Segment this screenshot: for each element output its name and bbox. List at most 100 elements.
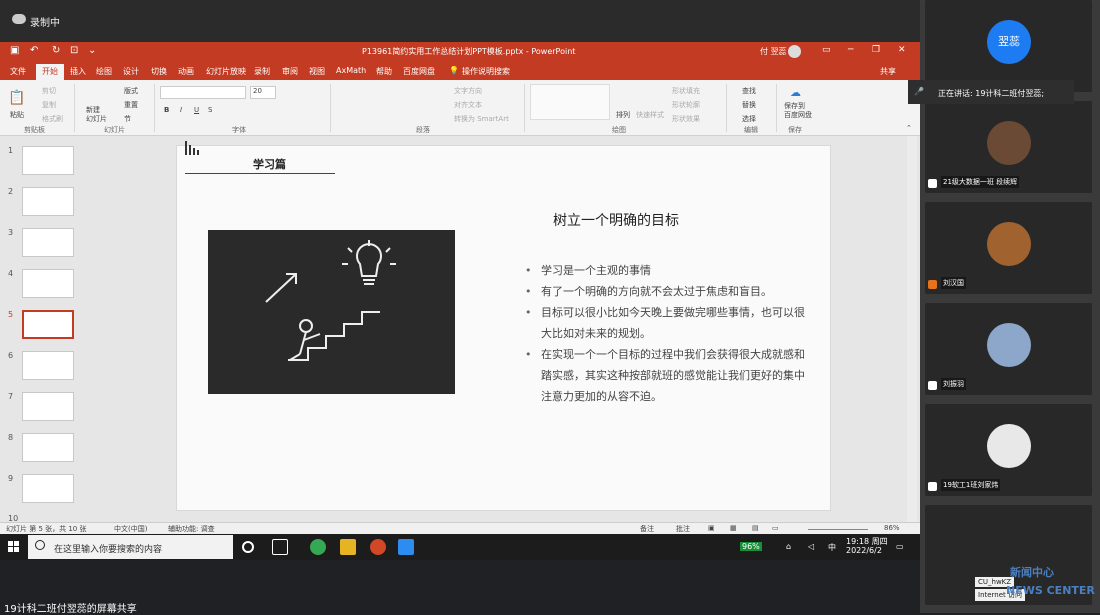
format-painter-button[interactable]: 格式刷 [42, 114, 63, 124]
slide-thumbnail[interactable] [22, 146, 74, 175]
notes-button[interactable]: 备注 [640, 524, 654, 534]
taskbar-search[interactable]: 在这里输入你要搜索的内容 [28, 535, 233, 559]
copy-button[interactable]: 复制 [42, 100, 56, 110]
participant-tile[interactable]: 刘汉国 [925, 202, 1092, 294]
shape-fill-button[interactable]: 形状填充 [672, 86, 700, 96]
powerpoint-icon[interactable] [370, 539, 386, 555]
save-icon[interactable]: ▣ [10, 45, 19, 56]
chrome-icon[interactable] [310, 539, 326, 555]
smartart-button[interactable]: 转换为 SmartArt [454, 114, 509, 124]
accessibility-status[interactable]: 辅助功能: 调查 [168, 524, 215, 534]
layout-button[interactable]: 版式 [124, 86, 138, 96]
slide-thumbnail[interactable] [22, 187, 74, 216]
meeting-app-icon[interactable] [398, 539, 414, 555]
tab-animations[interactable]: 动画 [178, 66, 194, 77]
mic-icon: 🎤 [914, 87, 924, 96]
tab-record[interactable]: 录制 [254, 66, 270, 77]
save-to-baidu-button[interactable]: 保存到 百度网盘 [784, 102, 812, 120]
reset-button[interactable]: 重置 [124, 100, 138, 110]
slide-thumbnail[interactable] [22, 392, 74, 421]
share-button[interactable]: 共享 [880, 66, 896, 77]
minimize-icon[interactable]: ─ [848, 45, 853, 55]
tab-design[interactable]: 设计 [123, 66, 139, 77]
normal-view-icon[interactable]: ▣ [708, 524, 715, 532]
new-slide-button[interactable]: 新建 幻灯片 [86, 106, 107, 124]
shape-effects-button[interactable]: 形状效果 [672, 114, 700, 124]
task-view-icon[interactable] [242, 541, 254, 553]
slideshow-view-icon[interactable]: ▭ [772, 524, 779, 532]
volume-icon[interactable]: ◁ [808, 542, 814, 551]
paste-button[interactable]: 粘贴 [10, 110, 24, 120]
slide-thumbnail[interactable] [22, 433, 74, 462]
search-input[interactable]: 在这里输入你要搜索的内容 [54, 542, 162, 555]
select-button[interactable]: 选择 [742, 114, 756, 124]
section-button[interactable]: 节 [124, 114, 131, 124]
tab-draw[interactable]: 绘图 [96, 66, 112, 77]
arrange-button[interactable]: 排列 [616, 110, 630, 120]
tab-transitions[interactable]: 切换 [151, 66, 167, 77]
italic-button[interactable]: I [180, 106, 182, 114]
quick-styles-button[interactable]: 快速样式 [636, 110, 664, 120]
file-explorer-icon[interactable] [340, 539, 356, 555]
account-name[interactable]: 付 翌蕊 [760, 46, 787, 57]
zoom-slider[interactable] [808, 529, 868, 530]
font-size-dropdown[interactable]: 20 [250, 86, 276, 99]
shape-outline-button[interactable]: 形状轮廓 [672, 100, 700, 110]
tab-file[interactable]: 文件 [10, 66, 26, 77]
align-text-button[interactable]: 对齐文本 [454, 100, 482, 110]
slide-thumbnail-selected[interactable] [22, 310, 74, 339]
slide-thumbnail[interactable] [22, 351, 74, 380]
reading-view-icon[interactable]: ▤ [752, 524, 759, 532]
tab-insert[interactable]: 插入 [70, 66, 86, 77]
language-indicator[interactable]: 中文(中国) [114, 524, 147, 534]
undo-icon[interactable]: ↶ [30, 45, 38, 56]
list-item: • 学习是一个主观的事情 [525, 264, 651, 277]
avatar[interactable] [788, 45, 801, 58]
slide-thumbnail[interactable] [22, 474, 74, 503]
ime-indicator[interactable]: 中 [828, 542, 836, 553]
participant-tile[interactable]: 刘振羽 [925, 303, 1092, 395]
close-icon[interactable]: ✕ [898, 45, 906, 55]
tab-help[interactable]: 帮助 [376, 66, 392, 77]
customize-icon[interactable]: ⌄ [88, 45, 96, 56]
slide-thumbnail[interactable] [22, 269, 74, 298]
present-icon[interactable]: ⊡ [70, 45, 78, 56]
tab-review[interactable]: 审阅 [282, 66, 298, 77]
zoom-level[interactable]: 86% [884, 524, 900, 532]
battery-status[interactable]: 96% [740, 542, 762, 551]
cut-button[interactable]: 剪切 [42, 86, 56, 96]
maximize-icon[interactable]: ❐ [872, 45, 880, 55]
windows-start-icon[interactable] [8, 541, 20, 553]
shapes-gallery[interactable] [530, 84, 610, 120]
font-name-dropdown[interactable] [160, 86, 246, 99]
clock-date[interactable]: 2022/6/2 [846, 546, 882, 555]
comments-button[interactable]: 批注 [676, 524, 690, 534]
tab-view[interactable]: 视图 [309, 66, 325, 77]
participant-tile[interactable]: 翌蕊 [925, 0, 1092, 92]
tab-slideshow[interactable]: 幻灯片放映 [206, 66, 246, 77]
tab-baidu[interactable]: 百度网盘 [403, 66, 435, 77]
participant-tile[interactable]: 19软工1班刘家炜 [925, 404, 1092, 496]
underline-button[interactable]: U [194, 106, 199, 114]
tab-home[interactable]: 开始 [36, 64, 64, 80]
text-direction-button[interactable]: 文字方向 [454, 86, 482, 96]
multitask-icon[interactable] [272, 539, 288, 555]
network-icon[interactable]: ⌂ [786, 542, 791, 551]
slide-thumbnail[interactable] [22, 228, 74, 257]
vertical-scrollbar[interactable] [907, 136, 917, 522]
paste-icon[interactable]: 📋 [8, 90, 25, 106]
sorter-view-icon[interactable]: ▦ [730, 524, 737, 532]
slide-counter: 幻灯片 第 5 张，共 10 张 [6, 525, 87, 533]
replace-button[interactable]: 替换 [742, 100, 756, 110]
ribbon-options-icon[interactable]: ▭ [822, 45, 831, 55]
shadow-button[interactable]: S [208, 106, 212, 114]
participant-tile[interactable]: 21级大数据一班 段续辉 [925, 101, 1092, 193]
redo-icon[interactable]: ↻ [52, 45, 60, 56]
tab-axmath[interactable]: AxMath [336, 66, 366, 75]
current-slide[interactable]: 学习篇 树立一个明确的目标 • 学习是一个主观的事情 • 有了一个明确的方向就不会太… [176, 141, 831, 511]
bold-button[interactable]: B [164, 106, 169, 114]
collapse-ribbon-icon[interactable]: ⌃ [906, 124, 912, 132]
find-button[interactable]: 查找 [742, 86, 756, 96]
notifications-icon[interactable]: ▭ [896, 542, 904, 551]
tell-me-search[interactable]: 操作说明搜索 [462, 66, 510, 77]
